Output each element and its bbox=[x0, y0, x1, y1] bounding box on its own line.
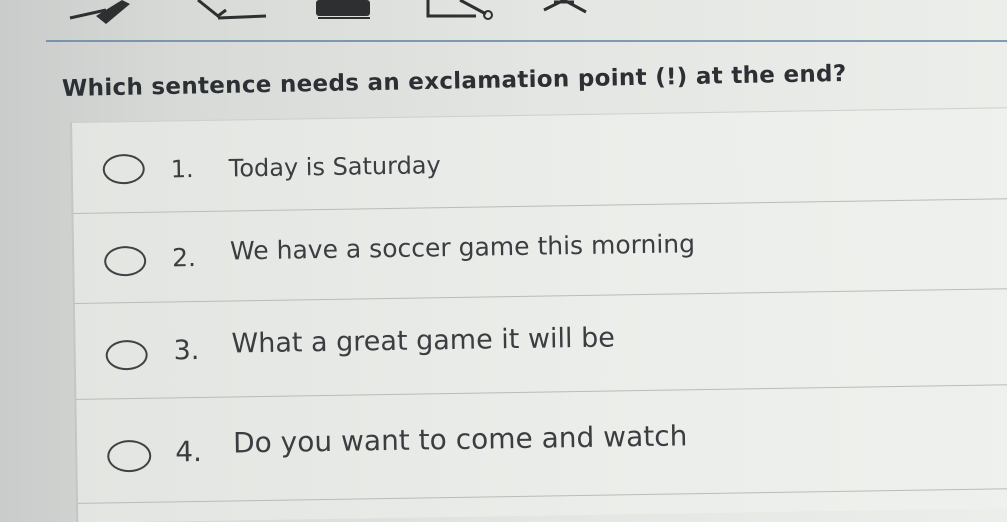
answer-option-1[interactable]: 1. Today is Saturday bbox=[72, 107, 1007, 214]
answer-choices: 1. Today is Saturday 2. We have a soccer… bbox=[70, 106, 1007, 522]
collapse-icon[interactable] bbox=[540, 0, 590, 26]
radio-button-4[interactable] bbox=[107, 439, 152, 473]
answer-option-2[interactable]: 2. We have a soccer game this morning bbox=[73, 197, 1007, 304]
option-text: Do you want to come and watch bbox=[232, 419, 688, 460]
answer-option-3[interactable]: 3. What a great game it will be bbox=[74, 287, 1007, 400]
highlighter-icon[interactable] bbox=[190, 0, 270, 26]
radio-button-3[interactable] bbox=[105, 339, 148, 371]
option-number: 2. bbox=[171, 243, 197, 273]
option-number: 4. bbox=[174, 434, 203, 469]
radio-button-1[interactable] bbox=[102, 153, 145, 185]
option-number: 3. bbox=[173, 334, 200, 367]
eraser-icon[interactable] bbox=[314, 0, 372, 26]
option-text: Today is Saturday bbox=[228, 151, 441, 183]
header-divider bbox=[46, 40, 1007, 42]
answer-option-4[interactable]: 4. Do you want to come and watch bbox=[76, 383, 1007, 504]
question-prompt: Which sentence needs an exclamation poin… bbox=[61, 60, 847, 102]
option-number: 1. bbox=[170, 155, 194, 184]
pen-icon[interactable] bbox=[66, 0, 130, 26]
annotation-toolbar bbox=[0, 0, 1007, 30]
option-text: We have a soccer game this morning bbox=[229, 229, 696, 266]
option-text: What a great game it will be bbox=[231, 322, 616, 360]
radio-button-2[interactable] bbox=[103, 245, 147, 277]
line-icon[interactable] bbox=[424, 0, 496, 26]
